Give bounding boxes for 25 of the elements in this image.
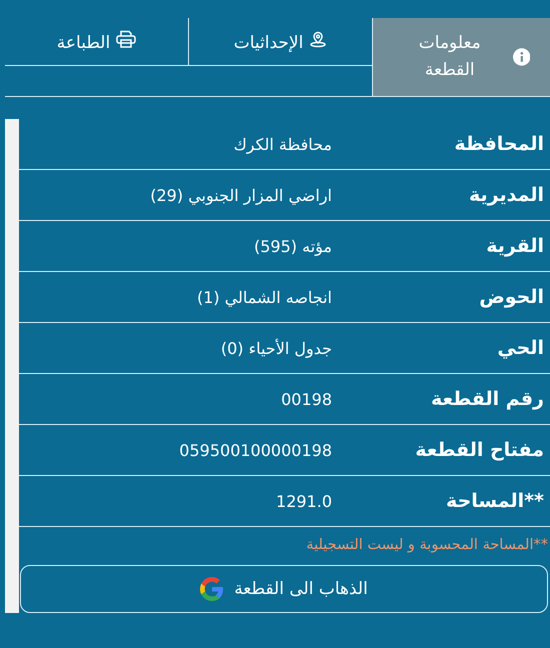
field-value: محافظة الكرك — [232, 134, 332, 154]
field-value: انجاصه الشمالي (1) — [196, 288, 332, 306]
info-icon — [512, 48, 530, 66]
location-pin-icon — [309, 30, 328, 48]
field-value: 00198 — [280, 390, 332, 408]
field-value: اراضي المزار الجنوبي (29) — [149, 186, 332, 204]
field-label: مفتاح القطعة — [414, 439, 545, 461]
tab[interactable]: الإحداثيات — [188, 18, 372, 66]
field-label: الحوض — [478, 286, 545, 308]
tab[interactable]: معلومات القطعة — [372, 18, 550, 96]
field-label: رقم القطعة — [430, 388, 545, 410]
field-value: 059500100000198 — [178, 440, 332, 460]
field-label: **المساحة — [445, 490, 545, 512]
field-value: جدول الأحياء (0) — [220, 338, 332, 358]
field-value: 1291.0 — [275, 492, 332, 510]
google-g-icon — [200, 577, 224, 601]
field-label: المحافظة — [453, 133, 545, 155]
footnote: **المساحة المحسوبة و ليست التسجيلية — [305, 536, 549, 555]
printer-icon — [116, 30, 136, 48]
field-label: القرية — [485, 235, 545, 257]
field-value: مؤته (595) — [253, 236, 332, 256]
tab[interactable]: الطباعة — [5, 18, 188, 66]
field-label: المديرية — [468, 184, 545, 206]
go-to-plot-button[interactable]: الذهاب الى القطعة — [20, 565, 548, 613]
field-label: الحي — [496, 337, 545, 359]
